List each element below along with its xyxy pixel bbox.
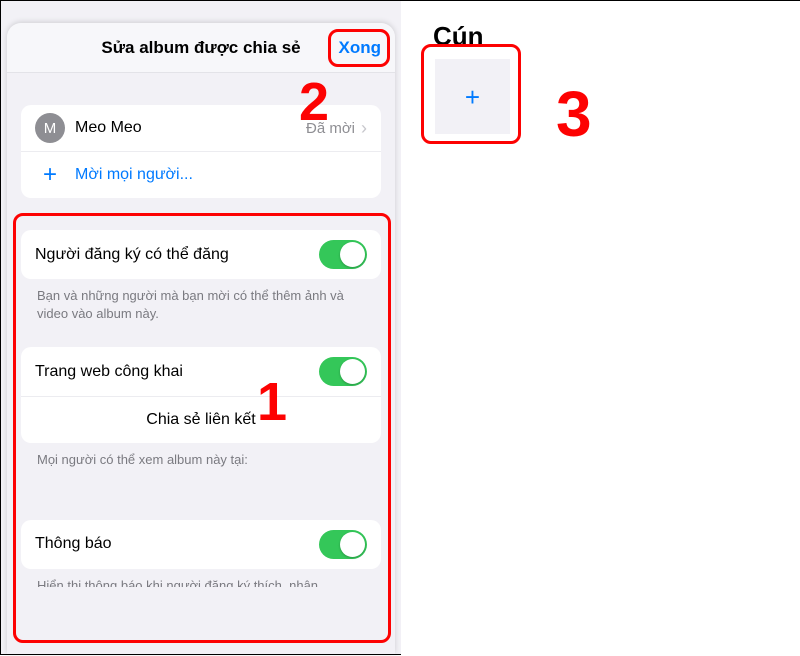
member-status: Đã mời (306, 120, 355, 137)
share-link-row[interactable]: Chia sẻ liên kết (21, 397, 381, 443)
people-list: M Meo Meo Đã mời › + Mời mọi người... (21, 105, 381, 198)
edit-shared-album-sheet: Sửa album được chia sẻ Xong M Meo Meo Đã… (7, 23, 395, 654)
invite-people-row[interactable]: + Mời mọi người... (21, 152, 381, 198)
public-website-footer: Mọi người có thể xem album này tại: (21, 443, 381, 469)
invite-people-label: Mời mọi người... (75, 166, 193, 184)
share-link-label: Chia sẻ liên kết (146, 411, 255, 429)
notifications-section: Thông báo Hiển thị thông báo khi người đ… (21, 520, 381, 587)
notifications-row: Thông báo (21, 520, 381, 569)
sheet-header: Sửa album được chia sẻ Xong (7, 23, 395, 73)
subscribers-footer: Bạn và những người mà bạn mời có thể thê… (21, 279, 381, 323)
public-website-section: Trang web công khai Chia sẻ liên kết Mọi… (21, 347, 381, 469)
public-website-label: Trang web công khai (35, 363, 183, 381)
public-website-toggle[interactable] (319, 357, 367, 386)
settings-sheet-pane: Sửa album được chia sẻ Xong M Meo Meo Đã… (1, 1, 401, 654)
sheet-title: Sửa album được chia sẻ (101, 38, 300, 58)
avatar: M (35, 113, 65, 143)
album-title: Cún (433, 21, 484, 52)
chevron-right-icon: › (361, 118, 367, 139)
plus-icon: + (35, 160, 65, 190)
add-photo-tile[interactable]: + (435, 59, 510, 134)
notifications-footer: Hiển thị thông báo khi người đăng ký thí… (21, 569, 381, 587)
member-row[interactable]: M Meo Meo Đã mời › (21, 105, 381, 152)
notifications-toggle[interactable] (319, 530, 367, 559)
subscribers-can-post-label: Người đăng ký có thể đăng (35, 246, 229, 264)
notifications-label: Thông báo (35, 535, 112, 553)
member-name: Meo Meo (75, 119, 142, 137)
people-section: M Meo Meo Đã mời › + Mời mọi người... (21, 105, 381, 198)
subscribers-can-post-toggle[interactable] (319, 240, 367, 269)
public-website-row: Trang web công khai (21, 347, 381, 397)
subscribers-post-section: Người đăng ký có thể đăng Bạn và những n… (21, 230, 381, 323)
done-button[interactable]: Xong (339, 38, 382, 58)
subscribers-can-post-row: Người đăng ký có thể đăng (21, 230, 381, 279)
plus-icon: + (465, 84, 480, 110)
album-pane: Cún + (401, 1, 800, 656)
